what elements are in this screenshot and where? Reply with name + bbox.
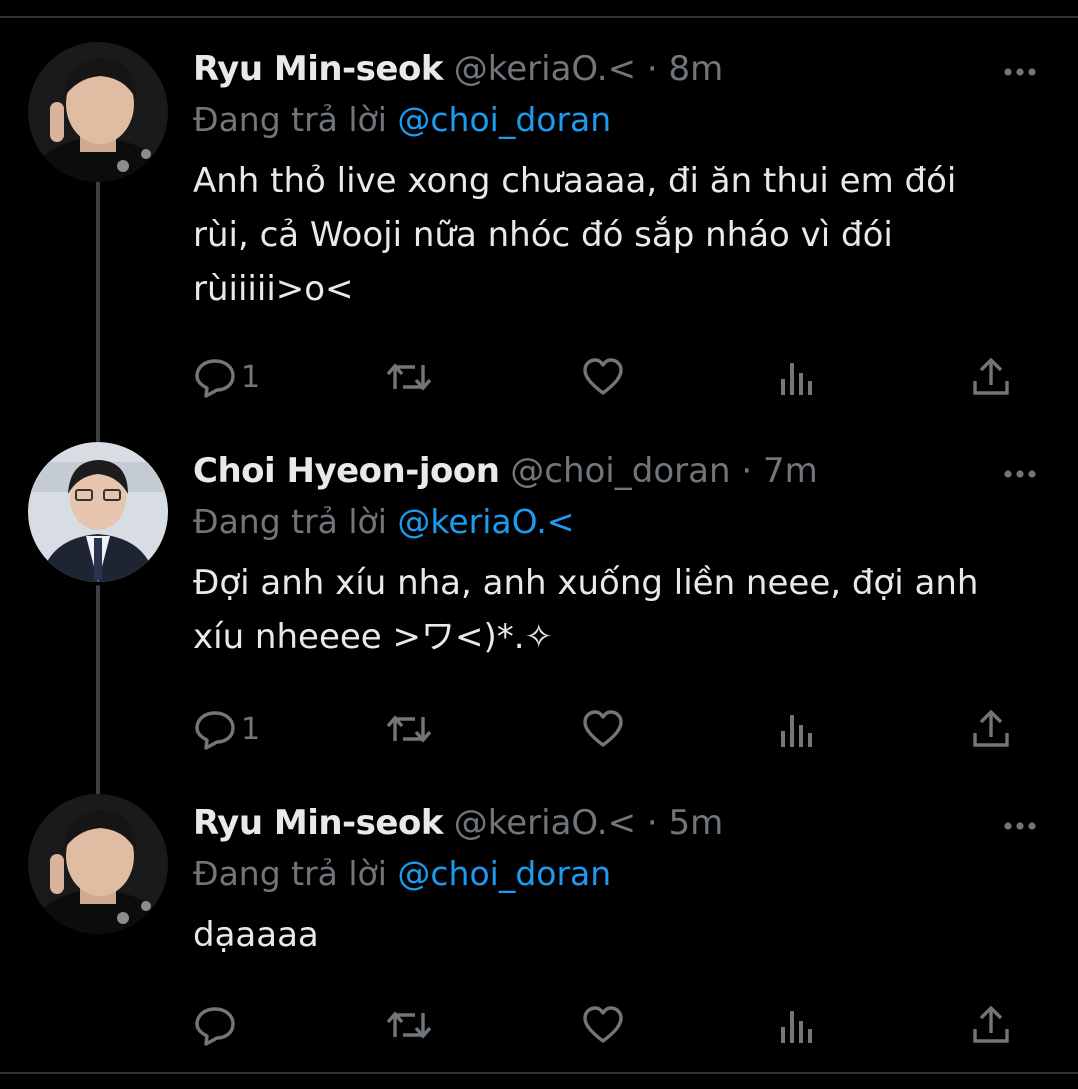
like-button[interactable] [581,704,625,754]
thread-line [96,585,100,795]
reply-mention[interactable]: @keriaO.< [397,502,574,541]
separator: · [741,451,753,491]
timestamp[interactable]: 5m [669,803,724,843]
retweet-button[interactable] [385,704,433,754]
share-icon [971,355,1011,399]
retweet-button[interactable] [385,352,433,402]
tweet-header: Ryu Min-seok @keriaO.< · 8m [193,44,723,94]
reply-prefix: Đang trả lời [193,854,387,893]
share-icon [971,1003,1011,1047]
avatar[interactable] [28,794,168,934]
tweet-header: Choi Hyeon-joon @choi_doran · 7m [193,446,818,496]
share-button[interactable] [971,352,1011,402]
tweet-text: Đợi anh xíu nha, anh xuống liền neee, đợ… [193,556,1033,664]
thread-line [96,180,100,442]
action-bar: 1 [193,352,1043,402]
tweet-text: Anh thỏ live xong chưaaaa, đi ăn thui em… [193,154,1033,316]
like-button[interactable] [581,1000,625,1050]
top-divider [0,16,1078,18]
display-name[interactable]: Ryu Min-seok [193,803,443,843]
views-button[interactable] [777,704,817,754]
like-icon [581,707,625,751]
text-line: rùiiiii>o< [193,269,354,309]
retweet-button[interactable] [385,1000,433,1050]
text-line: Anh thỏ live xong chưaaaa, đi ăn thui em… [193,161,957,201]
reply-button[interactable]: 1 [193,704,260,754]
retweet-icon [385,1003,433,1047]
replying-to: Đang trả lời @choi_doran [193,850,611,898]
reply-mention[interactable]: @choi_doran [397,100,611,139]
retweet-icon [385,355,433,399]
text-line: Đợi anh xíu nha, anh xuống liền neee, đợ… [193,563,979,603]
more-icon[interactable] [1002,50,1038,86]
action-bar: 1 [193,704,1043,754]
reply-button[interactable]: 1 [193,352,260,402]
share-button[interactable] [971,1000,1011,1050]
reply-icon [193,707,237,751]
avatar[interactable] [28,442,168,582]
handle[interactable]: @choi_doran [510,451,730,491]
separator: · [646,49,658,89]
reply-icon [193,1003,237,1047]
reply-mention[interactable]: @choi_doran [397,854,611,893]
like-button[interactable] [581,352,625,402]
text-line: dạaaaa [193,915,319,955]
like-icon [581,355,625,399]
tweet-text: dạaaaa [193,908,1033,962]
text-line: xíu nheeee >ワ<)*.✧ [193,617,554,657]
more-icon[interactable] [1002,804,1038,840]
action-bar [193,1000,1043,1050]
tweet-header: Ryu Min-seok @keriaO.< · 5m [193,798,723,848]
bottom-divider [0,1072,1078,1074]
retweet-icon [385,707,433,751]
like-icon [581,1003,625,1047]
handle[interactable]: @keriaO.< [454,49,636,89]
reply-prefix: Đang trả lời [193,100,387,139]
views-icon [777,355,817,399]
share-button[interactable] [971,704,1011,754]
display-name[interactable]: Ryu Min-seok [193,49,443,89]
avatar[interactable] [28,42,168,182]
separator: · [646,803,658,843]
views-button[interactable] [777,352,817,402]
replying-to: Đang trả lời @choi_doran [193,96,611,144]
text-line: rùi, cả Wooji nữa nhóc đó sắp nháo vì đó… [193,215,893,255]
timestamp[interactable]: 7m [763,451,818,491]
display-name[interactable]: Choi Hyeon-joon [193,451,500,491]
timestamp[interactable]: 8m [669,49,724,89]
views-icon [777,1003,817,1047]
reply-icon [193,355,237,399]
views-button[interactable] [777,1000,817,1050]
handle[interactable]: @keriaO.< [454,803,636,843]
reply-prefix: Đang trả lời [193,502,387,541]
replying-to: Đang trả lời @keriaO.< [193,498,574,546]
reply-button[interactable] [193,1000,241,1050]
reply-count: 1 [241,711,261,747]
share-icon [971,707,1011,751]
views-icon [777,707,817,751]
more-icon[interactable] [1002,452,1038,488]
reply-count: 1 [241,359,261,395]
